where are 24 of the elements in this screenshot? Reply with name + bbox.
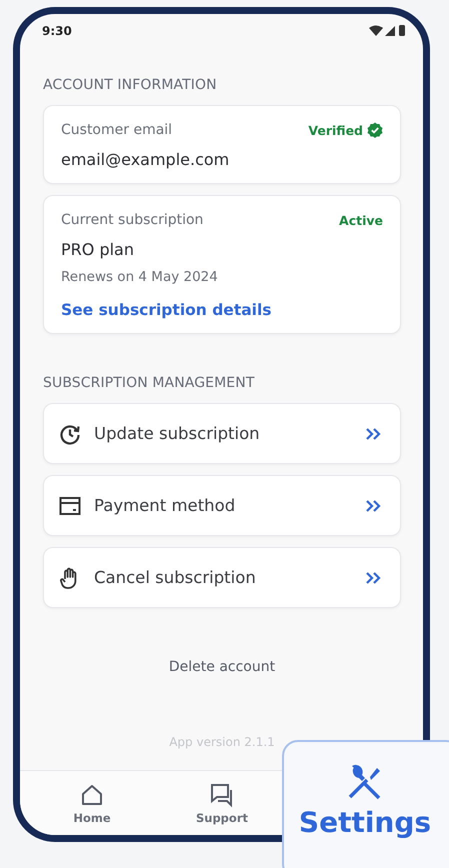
status-time: 9:30 xyxy=(42,24,72,38)
status-label: Active xyxy=(339,212,383,228)
double-chevron-icon xyxy=(365,570,383,584)
status-icons xyxy=(369,24,407,38)
delete-account-link[interactable]: Delete account xyxy=(168,659,276,675)
action-row[interactable]: Payment method xyxy=(43,475,401,536)
nav-tab[interactable]: Home xyxy=(42,771,142,835)
action-row[interactable]: Cancel subscription xyxy=(43,547,401,608)
nav-tab[interactable]: Settings xyxy=(282,740,449,868)
section-header: ACCOUNT INFORMATION xyxy=(43,77,218,93)
field-label: Customer email xyxy=(61,122,172,138)
action-row[interactable]: Update subscription xyxy=(43,403,401,464)
subscription-details-link[interactable]: See subscription details xyxy=(61,301,272,319)
status-label: Verified xyxy=(308,122,363,138)
double-chevron-icon xyxy=(365,498,383,512)
field-label: Current subscription xyxy=(61,212,204,228)
renewal-date: Renews on 4 May 2024 xyxy=(61,269,219,285)
nav-tab[interactable]: Support xyxy=(172,771,272,835)
section-header: SUBSCRIPTION MANAGEMENT xyxy=(43,375,256,391)
double-chevron-icon xyxy=(365,426,383,440)
email-value: email@example.com xyxy=(61,150,230,169)
chat-icon xyxy=(209,782,235,808)
verified-check-icon xyxy=(367,122,383,138)
plan-name: PRO plan xyxy=(61,240,135,259)
